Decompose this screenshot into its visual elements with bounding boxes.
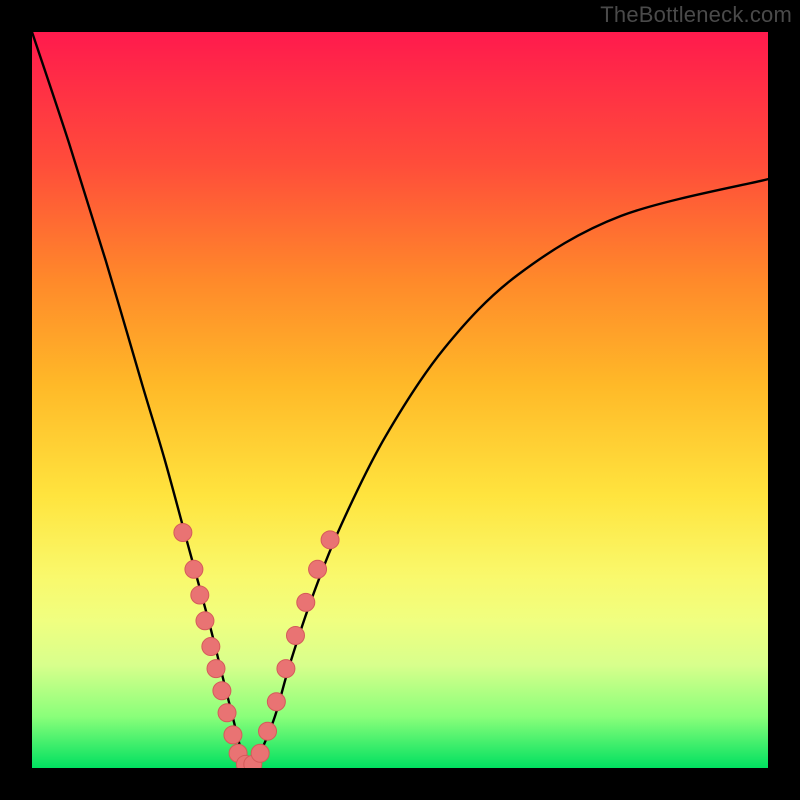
config-marker (185, 560, 203, 578)
config-marker (207, 660, 225, 678)
config-marker (309, 560, 327, 578)
watermark-text: TheBottleneck.com (600, 2, 792, 28)
config-marker (321, 531, 339, 549)
config-marker (297, 593, 315, 611)
config-marker (224, 726, 242, 744)
plot-frame (32, 32, 768, 768)
config-marker (286, 627, 304, 645)
config-marker (277, 660, 295, 678)
config-marker (267, 693, 285, 711)
marker-group (174, 523, 339, 768)
bottleneck-chart (32, 32, 768, 768)
config-marker (202, 638, 220, 656)
config-marker (191, 586, 209, 604)
config-marker (174, 523, 192, 541)
bottleneck-curve (32, 32, 768, 768)
config-marker (218, 704, 236, 722)
config-marker (196, 612, 214, 630)
config-marker (259, 722, 277, 740)
config-marker (251, 744, 269, 762)
config-marker (213, 682, 231, 700)
